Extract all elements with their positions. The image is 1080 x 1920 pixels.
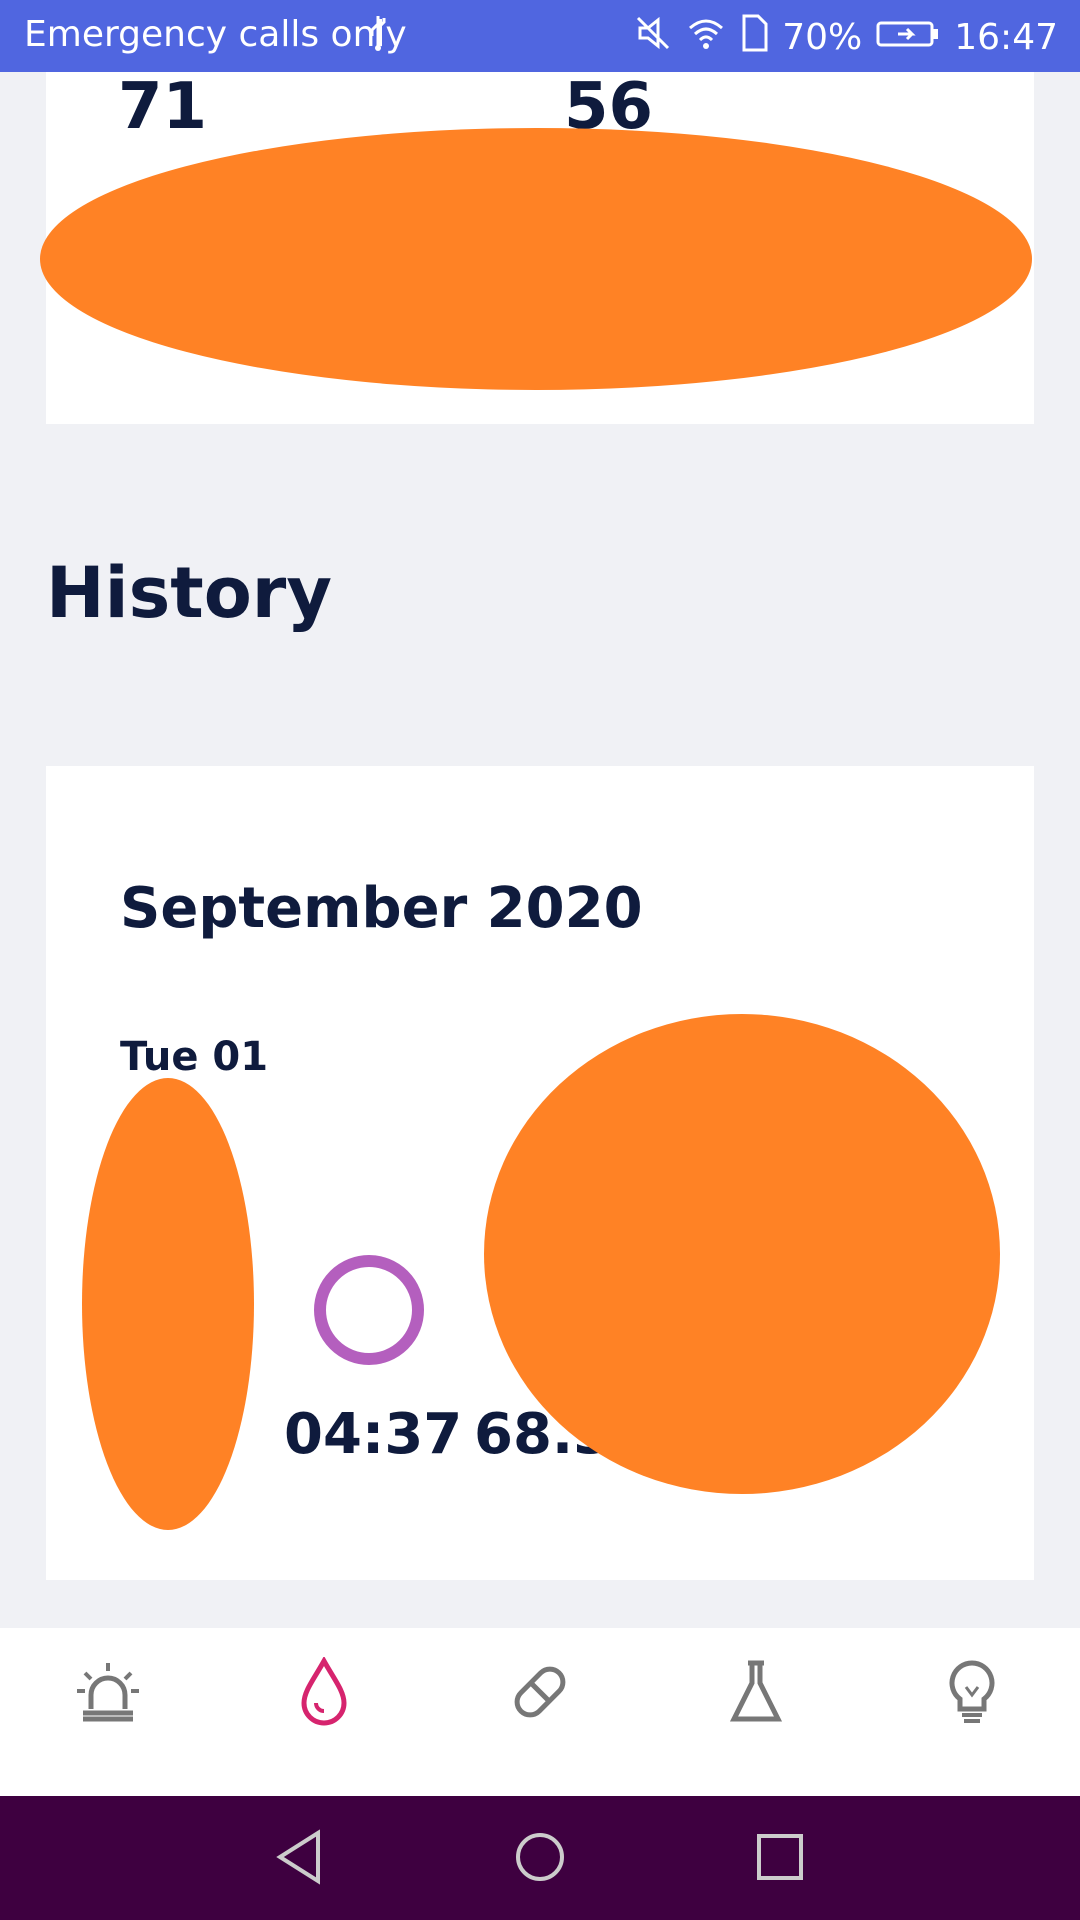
redaction-blob-right	[484, 1014, 1000, 1494]
status-right: 70% 16:47	[634, 14, 1058, 61]
battery-percent: 70%	[782, 17, 863, 58]
tab-blood[interactable]	[284, 1646, 364, 1742]
nav-back-button[interactable]	[264, 1824, 334, 1894]
month-title: September 2020	[120, 876, 643, 941]
alert-icon	[73, 1657, 143, 1731]
activity-ring-icon	[314, 1255, 424, 1365]
home-circle-icon	[512, 1829, 568, 1889]
time-value: 04:37	[284, 1402, 463, 1467]
nav-home-button[interactable]	[505, 1824, 575, 1894]
tab-tips[interactable]	[932, 1646, 1012, 1742]
tab-alerts[interactable]	[68, 1646, 148, 1742]
nav-recents-button[interactable]	[745, 1824, 815, 1894]
status-left-text: Emergency calls only	[24, 14, 407, 55]
tab-medication[interactable]	[500, 1646, 580, 1742]
redaction-blob-top	[40, 128, 1032, 390]
status-bar: Emergency calls only 70% 16:47	[0, 0, 1080, 72]
mute-icon	[634, 14, 672, 61]
history-title: History	[46, 552, 332, 634]
recents-square-icon	[755, 1832, 805, 1886]
summary-value-left: 71	[118, 70, 208, 144]
flask-icon	[726, 1657, 786, 1731]
tab-lab[interactable]	[716, 1646, 796, 1742]
sim-icon	[740, 14, 768, 61]
bottom-tab-bar	[0, 1628, 1080, 1796]
activity-ring-tile[interactable]	[290, 1236, 448, 1384]
battery-icon	[876, 17, 940, 58]
pill-icon	[505, 1657, 575, 1731]
back-triangle-icon	[274, 1829, 324, 1889]
wifi-icon	[686, 14, 726, 61]
clock-time: 16:47	[954, 17, 1058, 58]
blood-drop-icon	[294, 1655, 354, 1731]
day-label: Tue 01	[120, 1034, 269, 1080]
usb-icon	[365, 14, 391, 58]
redaction-blob-left	[82, 1078, 254, 1530]
bulb-icon	[942, 1657, 1002, 1731]
system-nav-bar	[0, 1796, 1080, 1920]
